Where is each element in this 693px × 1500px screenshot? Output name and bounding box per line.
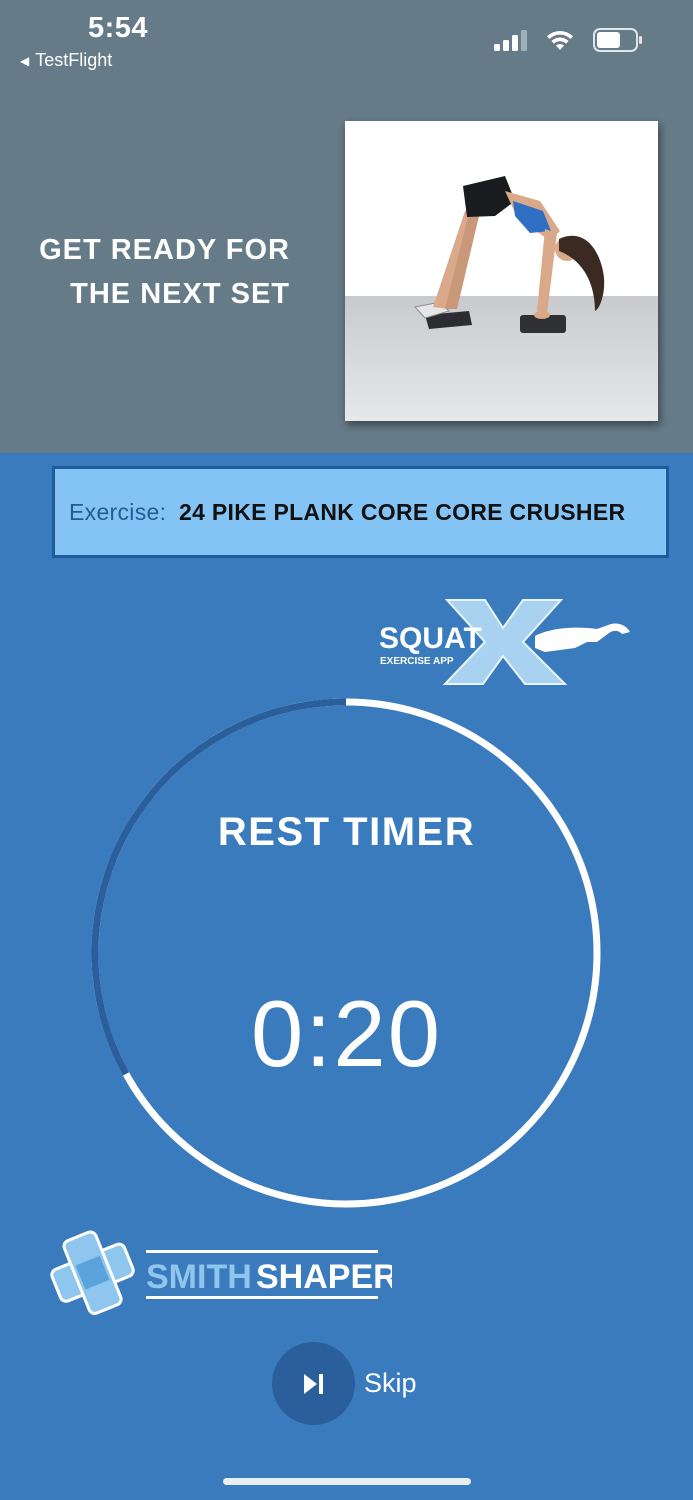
rest-timer-value: 0:20 [251, 981, 442, 1086]
get-ready-line1: GET READY FOR [39, 234, 290, 266]
smithshaper-logo: SMITH SHAPER [50, 1230, 392, 1315]
squatx-logo: SQUAT EXERCISE APP [379, 599, 630, 685]
status-icons [493, 28, 643, 52]
get-ready-heading: GET READY FOR THE NEXT SET [30, 228, 290, 316]
squatx-subtitle: EXERCISE APP [380, 656, 454, 667]
exercise-name: 24 PIKE PLANK CORE CORE CRUSHER [179, 499, 626, 525]
skip-label[interactable]: Skip [364, 1368, 417, 1399]
exercise-illustration [345, 121, 658, 421]
back-to-testflight-link[interactable]: ◀ TestFlight [20, 50, 112, 71]
status-time: 5:54 [88, 12, 149, 44]
header-panel: 5:54 ◀ TestFlight GET READY FOR THE NEXT… [0, 0, 693, 453]
back-arrow-icon: ◀ [20, 53, 30, 68]
exercise-photo [345, 121, 658, 421]
rest-timer-ring [91, 698, 601, 1208]
get-ready-line2: THE NEXT SET [70, 278, 290, 310]
squatx-word: SQUAT [379, 622, 482, 655]
back-link-label: TestFlight [35, 50, 113, 70]
exercise-info-box: Exercise: 24 PIKE PLANK CORE CORE CRUSHE… [52, 466, 669, 558]
home-indicator[interactable] [223, 1478, 471, 1485]
rest-timer-title: REST TIMER [217, 810, 476, 854]
skip-next-icon [303, 1373, 323, 1394]
shaper-word: SHAPER [256, 1258, 392, 1296]
wifi-icon [547, 30, 573, 50]
exercise-label: Exercise: [69, 499, 167, 525]
battery-icon [593, 28, 642, 52]
skip-button[interactable] [272, 1342, 355, 1425]
smith-word: SMITH [146, 1258, 252, 1296]
cellular-signal-icon [494, 30, 527, 51]
